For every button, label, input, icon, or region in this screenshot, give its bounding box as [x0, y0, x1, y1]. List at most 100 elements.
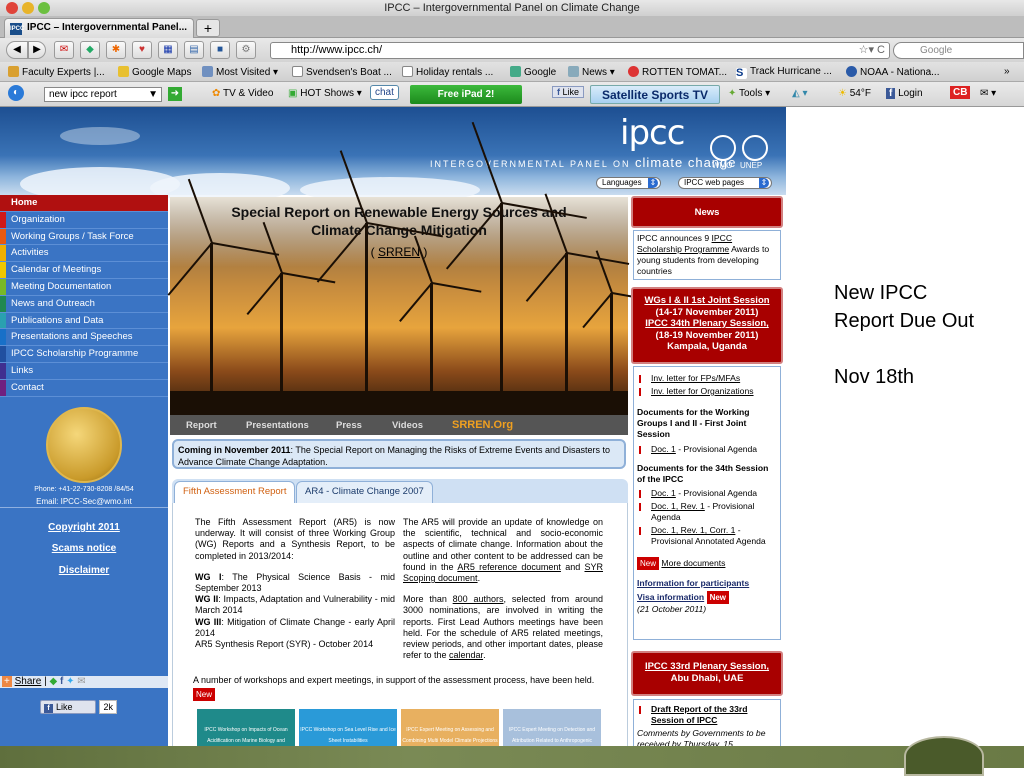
mail-envelope-icon[interactable]: ✉ ▾ — [980, 88, 996, 99]
nav-item-publications-and-data[interactable]: Publications and Data — [0, 312, 168, 330]
share-twitter-icon[interactable]: ✦ — [66, 676, 74, 687]
doc1-rev1-corr1-link[interactable]: Doc. 1, Rev. 1, Corr. 1 — [651, 525, 735, 535]
hero-tab-videos[interactable]: Videos — [392, 420, 423, 431]
hero-tab-press[interactable]: Press — [336, 420, 362, 431]
app-icon[interactable]: ♥ — [132, 41, 152, 59]
nav-item-contact[interactable]: Contact — [0, 379, 168, 397]
bookmark-svendsens-boat[interactable]: Svendsen's Boat ... — [292, 66, 392, 78]
nav-item-links[interactable]: Links — [0, 362, 168, 380]
pinwheel-icon[interactable]: ✱ — [106, 41, 126, 59]
ipcc-web-pages-select[interactable]: IPCC web pages — [678, 177, 772, 189]
new-tab-button[interactable]: + — [196, 19, 220, 37]
inv-letter-orgs-link[interactable]: Inv. letter for Organizations — [651, 386, 754, 396]
url-bar[interactable]: http://www.ipcc.ch/ ☆▾ C — [270, 42, 890, 59]
tv-video-link[interactable]: ✿ TV & Video — [212, 88, 273, 99]
nav-item-organization[interactable]: Organization — [0, 211, 168, 229]
share-facebook-icon[interactable]: f — [60, 676, 63, 687]
tab-fifth-assessment-report[interactable]: Fifth Assessment Report — [174, 481, 296, 503]
bookmark-noaa[interactable]: NOAA - Nationa... — [846, 66, 939, 78]
tab-ipcc[interactable]: IPCC IPCC – Intergovernmental Panel... — [4, 18, 194, 38]
nav-item-meeting-documentation[interactable]: Meeting Documentation — [0, 278, 168, 296]
copyright-link[interactable]: Copyright 2011 — [0, 522, 168, 533]
cb-button[interactable]: CB — [950, 86, 971, 99]
scams-notice-link[interactable]: Scams notice — [0, 543, 168, 554]
nav-item-news-and-outreach[interactable]: News and Outreach — [0, 295, 168, 313]
turbine-tower — [210, 243, 213, 393]
workshop-thumb-climate-projections[interactable]: IPCC Expert Meeting on Assessing and Com… — [401, 709, 499, 747]
addon-icon[interactable]: ◆ — [80, 41, 100, 59]
visa-info-link[interactable]: Visa information — [637, 592, 704, 602]
workshop-thumb-sea-level[interactable]: IPCC Workshop on Sea Level Rise and Ice … — [299, 709, 397, 747]
weather-temp[interactable]: ☀ 54°F — [838, 88, 871, 99]
tab-ar4[interactable]: AR4 - Climate Change 2007 — [296, 481, 433, 503]
mail-icon[interactable]: ✉ — [54, 41, 74, 59]
inv-letter-fps-link[interactable]: Inv. letter for FPs/MFAs — [651, 373, 740, 383]
toolbar-search-input[interactable]: new ipcc report ▼ — [44, 87, 162, 102]
workshop-thumb-detection-attribution[interactable]: IPCC Expert Meeting on Detection and Att… — [503, 709, 601, 747]
close-window-icon[interactable] — [6, 2, 18, 14]
disclaimer-link[interactable]: Disclaimer — [0, 565, 168, 576]
hero-tab-report[interactable]: Report — [186, 420, 217, 431]
calendar-icon[interactable]: ▦ — [158, 41, 178, 59]
reload-icon[interactable]: ☆▾ C — [859, 43, 885, 58]
srren-hero-image[interactable]: Special Report on Renewable Energy Sourc… — [167, 122, 656, 415]
bookmark-news[interactable]: News ▾ — [568, 66, 615, 78]
bookmark-google[interactable]: Google — [510, 66, 556, 78]
nav-item-home[interactable]: Home — [0, 195, 168, 212]
hot-shows-link[interactable]: ▣ HOT Shows ▾ — [288, 88, 362, 99]
plenary-33-link[interactable]: IPCC 33rd Plenary Session, — [645, 661, 769, 672]
share-link[interactable]: Share — [15, 676, 42, 687]
settings-icon[interactable]: ⚙ — [236, 41, 256, 59]
bookmark-most-visited[interactable]: Most Visited ▾ — [202, 66, 278, 78]
search-box[interactable]: Google — [893, 42, 1024, 59]
toolbar-logo-icon[interactable]: ◐ — [8, 85, 24, 101]
share-email-icon[interactable]: ✉ — [77, 676, 85, 687]
draft-report-link[interactable]: Draft Report of the 33rd Session of IPCC — [651, 704, 747, 725]
nav-item-activities[interactable]: Activities — [0, 245, 168, 263]
bookmarks-overflow[interactable]: » — [1004, 66, 1010, 77]
email-link[interactable]: Email: IPCC-Sec@wmo.int — [0, 497, 168, 506]
nav-item-ipcc-scholarship-programme[interactable]: IPCC Scholarship Programme — [0, 346, 168, 363]
tools-menu[interactable]: ✦ Tools ▾ — [728, 88, 770, 99]
doc1-34-link[interactable]: Doc. 1 — [651, 488, 676, 498]
info-participants-link[interactable]: Information for participants — [637, 578, 749, 588]
screen-icon[interactable]: ■ — [210, 41, 230, 59]
authors-link[interactable]: 800 authors — [453, 594, 504, 604]
free-ipad-button[interactable]: Free iPad 2! — [410, 85, 522, 104]
bookmark-google-maps[interactable]: Google Maps — [118, 66, 191, 78]
chat-button[interactable]: chat — [370, 85, 399, 100]
doc1-wg-link[interactable]: Doc. 1 — [651, 444, 676, 454]
calendar-link[interactable]: calendar — [449, 650, 483, 660]
zoom-window-icon[interactable] — [38, 2, 50, 14]
bookmark-track-hurricane[interactable]: S Track Hurricane ... — [736, 66, 832, 79]
plenary-34-link[interactable]: IPCC 34th Plenary Session, — [645, 318, 769, 329]
facebook-like-button[interactable]: f Like — [552, 86, 585, 98]
hero-tab-srren-org[interactable]: SRREN.Org — [452, 419, 513, 431]
weather-app-icon[interactable]: ◭ ▾ — [792, 88, 808, 99]
languages-select[interactable]: Languages — [596, 177, 661, 189]
hero-tab-presentations[interactable]: Presentations — [246, 420, 309, 431]
nav-item-working-groups-task-force[interactable]: Working Groups / Task Force — [0, 228, 168, 246]
doc1-rev1-link[interactable]: Doc. 1, Rev. 1 — [651, 501, 705, 511]
facebook-login-button[interactable]: f Login — [886, 88, 923, 99]
minimize-window-icon[interactable] — [22, 2, 34, 14]
back-button[interactable]: ◀ — [6, 41, 28, 59]
more-documents-link[interactable]: More documents — [661, 558, 725, 568]
go-arrow-icon[interactable]: ➜ — [168, 87, 182, 101]
facebook-like-widget[interactable]: f Like 2k — [40, 700, 117, 714]
nav-item-calendar-of-meetings[interactable]: Calendar of Meetings — [0, 262, 168, 279]
forward-button[interactable]: ▶ — [28, 41, 46, 59]
satellite-sports-tv-button[interactable]: Satellite Sports TV — [590, 85, 720, 104]
ar5-reference-link[interactable]: AR5 reference document — [457, 562, 561, 572]
nav-item-presentations-and-speeches[interactable]: Presentations and Speeches — [0, 329, 168, 347]
bookmark-holiday-rentals[interactable]: Holiday rentals ... — [402, 66, 493, 78]
share-google-icon[interactable]: ◆ — [49, 676, 57, 687]
bookmark-faculty-experts[interactable]: Faculty Experts |... — [8, 66, 105, 78]
chevron-down-icon[interactable]: ▼ — [148, 88, 158, 101]
wg-joint-session-link[interactable]: WGs I & II 1st Joint Session — [644, 295, 769, 306]
reader-icon[interactable]: ▤ — [184, 41, 204, 59]
ipcc-logo[interactable]: ipcc — [620, 113, 685, 153]
share-plus-icon[interactable]: + — [2, 676, 12, 687]
workshop-thumb-ocean-acidification[interactable]: IPCC Workshop on Impacts of Ocean Acidif… — [197, 709, 295, 747]
bookmark-rotten-tomatoes[interactable]: ROTTEN TOMAT... — [628, 66, 727, 78]
